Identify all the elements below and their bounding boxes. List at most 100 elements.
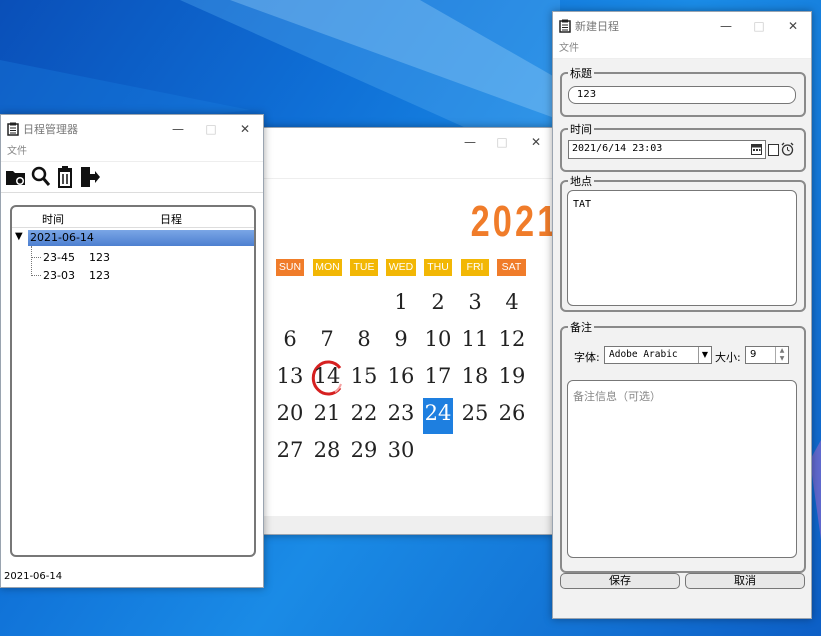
collapse-icon[interactable]: ▼ — [15, 231, 23, 242]
time-label: 时间 — [568, 121, 594, 137]
location-group: 地点 TAT — [560, 173, 806, 312]
title-input-value: 123 — [577, 89, 597, 100]
calendar-day-2[interactable]: 2 — [420, 290, 456, 314]
calendar-day-9[interactable]: 9 — [383, 327, 419, 351]
size-label: 大小: — [715, 351, 741, 364]
weekday-fri: FRI — [461, 259, 489, 276]
tree-date-node[interactable]: ▼ 2021-06-14 — [12, 230, 254, 246]
spin-up-icon[interactable]: ▲ — [775, 347, 788, 355]
column-time[interactable]: 时间 — [42, 211, 64, 227]
spin-down-icon[interactable]: ▼ — [775, 355, 788, 363]
close-button[interactable]: ✕ — [519, 128, 553, 156]
menu-file[interactable]: 文件 — [553, 40, 811, 59]
note-group: 备注 字体: Adobe Arabic ▼ 大小: 9 ▲ ▼ 备注信息（可选） — [560, 319, 806, 573]
chevron-down-icon[interactable]: ▼ — [698, 347, 711, 363]
schedule-tree[interactable]: 时间 日程 ▼ 2021-06-14 23-45 123 23-03 123 — [10, 205, 256, 557]
maximize-button[interactable]: □ — [194, 115, 228, 143]
calendar-day-12[interactable]: 12 — [494, 327, 530, 351]
window-title: 日程管理器 — [23, 123, 78, 136]
time-input[interactable]: 2021/6/14 23:03 — [568, 140, 766, 159]
calendar-day-22[interactable]: 22 — [346, 401, 382, 425]
calendar-day-15[interactable]: 15 — [346, 364, 382, 388]
tree-row[interactable]: 23-45 123 — [31, 249, 231, 265]
date-node-label: 2021-06-14 — [28, 230, 254, 246]
calendar-day-26[interactable]: 26 — [494, 401, 530, 425]
note-placeholder: 备注信息（可选） — [573, 390, 661, 403]
title-input[interactable]: 123 — [568, 86, 796, 104]
maximize-button[interactable]: □ — [742, 12, 776, 40]
calendar-day-25[interactable]: 25 — [457, 401, 493, 425]
note-textarea[interactable]: 备注信息（可选） — [567, 380, 797, 558]
calendar-day-4[interactable]: 4 — [494, 290, 530, 314]
font-select-value: Adobe Arabic — [609, 349, 678, 360]
weekday-thu: THU — [424, 259, 452, 276]
cancel-button[interactable]: 取消 — [685, 573, 805, 589]
weekday-sat: SAT — [497, 259, 526, 276]
reminder-checkbox[interactable] — [768, 144, 779, 156]
time-group: 时间 2021/6/14 23:03 — [560, 121, 806, 172]
note-label: 备注 — [568, 319, 594, 335]
notepad-icon — [559, 19, 571, 33]
minimize-button[interactable]: — — [709, 12, 743, 40]
calendar-day-20[interactable]: 20 — [272, 401, 308, 425]
calendar-day-27[interactable]: 27 — [272, 438, 308, 462]
new-folder-icon[interactable] — [5, 166, 27, 188]
manager-titlebar: 日程管理器 — □ ✕ — [1, 115, 263, 143]
status-bar: 2021-06-14 — [4, 571, 63, 582]
trash-icon[interactable] — [55, 166, 75, 188]
menu-file[interactable]: 文件 — [1, 143, 263, 162]
toolbar — [1, 162, 263, 193]
save-button[interactable]: 保存 — [560, 573, 680, 589]
weekday-tue: TUE — [350, 259, 378, 276]
calendar-titlebar: — □ ✕ — [263, 128, 553, 178]
close-button[interactable]: ✕ — [776, 12, 810, 40]
calendar-day-28[interactable]: 28 — [309, 438, 345, 462]
search-icon[interactable] — [31, 166, 51, 188]
maximize-button[interactable]: □ — [485, 128, 519, 156]
calendar-scrollbar[interactable] — [263, 516, 553, 534]
location-input[interactable]: TAT — [567, 190, 797, 306]
editor-titlebar: 新建日程 — □ ✕ — [553, 12, 811, 40]
calendar-day-24[interactable]: 24 — [420, 401, 456, 425]
calendar-day-23[interactable]: 23 — [383, 401, 419, 425]
font-select[interactable]: Adobe Arabic ▼ — [604, 346, 712, 364]
font-label: 字体: — [574, 351, 600, 364]
minimize-button[interactable]: — — [453, 128, 487, 156]
title-group: 标题 123 — [560, 65, 806, 117]
row-event: 123 — [89, 251, 110, 264]
calendar-picker-icon[interactable] — [751, 143, 762, 155]
weekday-wed: WED — [386, 259, 416, 276]
time-input-value: 2021/6/14 23:03 — [572, 143, 663, 154]
tree-row[interactable]: 23-03 123 — [31, 267, 231, 283]
exit-icon[interactable] — [79, 166, 101, 188]
calendar-day-3[interactable]: 3 — [457, 290, 493, 314]
calendar-year: 2021 — [470, 197, 560, 246]
size-spinbox[interactable]: 9 ▲ ▼ — [745, 346, 789, 364]
close-button[interactable]: ✕ — [228, 115, 262, 143]
calendar-day-6[interactable]: 6 — [272, 327, 308, 351]
row-time: 23-03 — [43, 269, 75, 282]
calendar-day-10[interactable]: 10 — [420, 327, 456, 351]
calendar-day-11[interactable]: 11 — [457, 327, 493, 351]
alarm-clock-icon[interactable] — [781, 142, 794, 156]
calendar-day-16[interactable]: 16 — [383, 364, 419, 388]
calendar-day-29[interactable]: 29 — [346, 438, 382, 462]
manager-window: 日程管理器 — □ ✕ 文件 时间 日程 ▼ 2021-06-14 23-45 … — [0, 114, 264, 588]
calendar-day-30[interactable]: 30 — [383, 438, 419, 462]
calendar-day-18[interactable]: 18 — [457, 364, 493, 388]
location-label: 地点 — [568, 173, 594, 189]
calendar-day-8[interactable]: 8 — [346, 327, 382, 351]
calendar-day-14[interactable]: 14 — [309, 364, 345, 388]
weekday-sun: SUN — [276, 259, 304, 276]
calendar-day-21[interactable]: 21 — [309, 401, 345, 425]
calendar-day-17[interactable]: 17 — [420, 364, 456, 388]
minimize-button[interactable]: — — [161, 115, 195, 143]
calendar-day-1[interactable]: 1 — [383, 290, 419, 314]
notepad-icon — [7, 122, 19, 136]
column-event[interactable]: 日程 — [160, 211, 182, 227]
calendar-day-7[interactable]: 7 — [309, 327, 345, 351]
calendar-day-19[interactable]: 19 — [494, 364, 530, 388]
calendar-day-13[interactable]: 13 — [272, 364, 308, 388]
row-time: 23-45 — [43, 251, 75, 264]
editor-window: 新建日程 — □ ✕ 文件 标题 123 时间 2021/6/14 23:03 … — [552, 11, 812, 619]
